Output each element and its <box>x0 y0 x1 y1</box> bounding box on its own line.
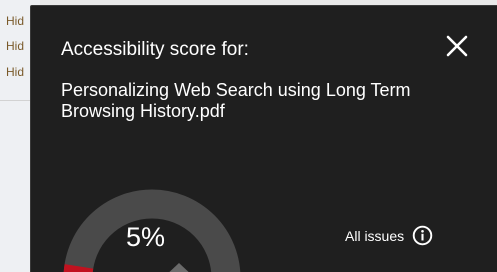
all-issues-label: All issues <box>345 227 405 244</box>
background-text-line: Hid <box>6 39 25 53</box>
info-icon <box>412 225 433 246</box>
close-button[interactable] <box>445 34 469 58</box>
file-name: Personalizing Web Search using Long Term… <box>61 80 411 121</box>
page: Hid Hid Hid Accessibility score for: Per… <box>0 0 497 272</box>
score-value: 5% <box>126 222 166 252</box>
gauge-fill <box>63 264 94 272</box>
dialog-heading: Accessibility score for: <box>61 39 249 60</box>
gauge-pointer <box>169 263 189 272</box>
close-icon <box>446 35 468 57</box>
score-gauge <box>63 189 241 272</box>
background-text-line: Hid <box>6 65 25 79</box>
all-issues-button[interactable]: All issues <box>345 225 433 246</box>
background-text-line: Hid <box>6 14 25 28</box>
accessibility-score-dialog: Accessibility score for: Personalizing W… <box>30 5 497 272</box>
